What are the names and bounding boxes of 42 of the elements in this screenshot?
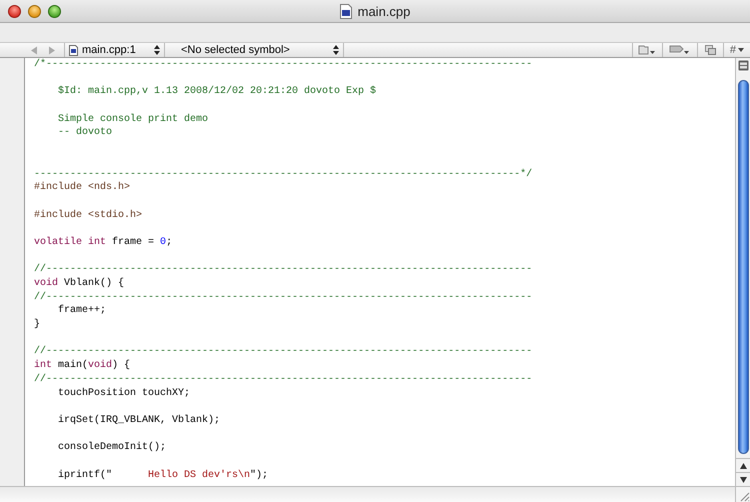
code-line: irqSet(IRQ_VBLANK, Vblank); bbox=[57, 414, 220, 428]
code-line: -- dovoto bbox=[57, 126, 112, 140]
code-line: #include <stdio.h> bbox=[34, 208, 142, 222]
code-line: ---------------------------------------------------------------------------------*/ bbox=[34, 168, 532, 182]
code-line: } bbox=[34, 318, 40, 332]
dropdown-caret-icon bbox=[738, 48, 744, 52]
window-title: main.cpp bbox=[358, 4, 410, 18]
code-line: consoleDemoInit(); bbox=[57, 441, 166, 455]
code-line: int main(void) { bbox=[34, 359, 130, 373]
scroll-up-arrow-icon[interactable] bbox=[740, 462, 746, 468]
code-line: //--------------------------------------------------------------------------------- bbox=[34, 372, 532, 387]
cpp-file-icon bbox=[340, 4, 352, 18]
code-line: #include <nds.h> bbox=[34, 181, 130, 195]
bookmark-menu-icon[interactable] bbox=[638, 45, 656, 55]
zoom-button[interactable] bbox=[48, 4, 61, 18]
code-line: void Vblank() { bbox=[34, 277, 124, 291]
code-line: /*--------------------------------------------------------------------------------- bbox=[34, 58, 532, 72]
resize-grip-icon[interactable] bbox=[738, 490, 750, 502]
breakpoint-menu-icon[interactable] bbox=[668, 45, 691, 55]
code-line: $Id: main.cpp,v 1.13 2008/12/02 20:21:20 dovoto Exp $ bbox=[57, 85, 376, 100]
code-line: frame++; bbox=[57, 304, 106, 318]
code-line: //--------------------------------------------------------------------------------- bbox=[34, 290, 532, 304]
updown-arrows-icon bbox=[154, 45, 160, 55]
code-line: volatile int frame = 0; bbox=[34, 236, 172, 250]
scroll-down-arrow-icon[interactable] bbox=[740, 476, 746, 482]
scroll-thumb[interactable] bbox=[738, 80, 748, 454]
code-line: touchPosition touchXY; bbox=[57, 386, 190, 400]
horizontal-scrollbar[interactable] bbox=[0, 486, 735, 502]
minimize-button[interactable] bbox=[28, 4, 41, 18]
code-line: iprintf(" Hello DS dev'rs\n"); bbox=[57, 468, 268, 482]
code-line: //--------------------------------------------------------------------------------- bbox=[34, 263, 532, 278]
vertical-scrollbar[interactable] bbox=[735, 58, 750, 486]
close-button[interactable] bbox=[8, 4, 21, 18]
split-view-icon[interactable] bbox=[738, 60, 748, 71]
counterpart-menu[interactable]: # bbox=[730, 44, 736, 56]
updown-arrows-icon bbox=[333, 45, 339, 55]
copy-icon[interactable] bbox=[704, 45, 716, 55]
file-popup[interactable]: main.cpp:1 bbox=[65, 43, 165, 57]
symbol-popup[interactable]: <No selected symbol> bbox=[165, 43, 344, 57]
code-line: Simple console print demo bbox=[57, 112, 208, 126]
cpp-file-icon bbox=[69, 44, 78, 56]
code-line: //--------------------------------------------------------------------------------- bbox=[34, 345, 532, 360]
